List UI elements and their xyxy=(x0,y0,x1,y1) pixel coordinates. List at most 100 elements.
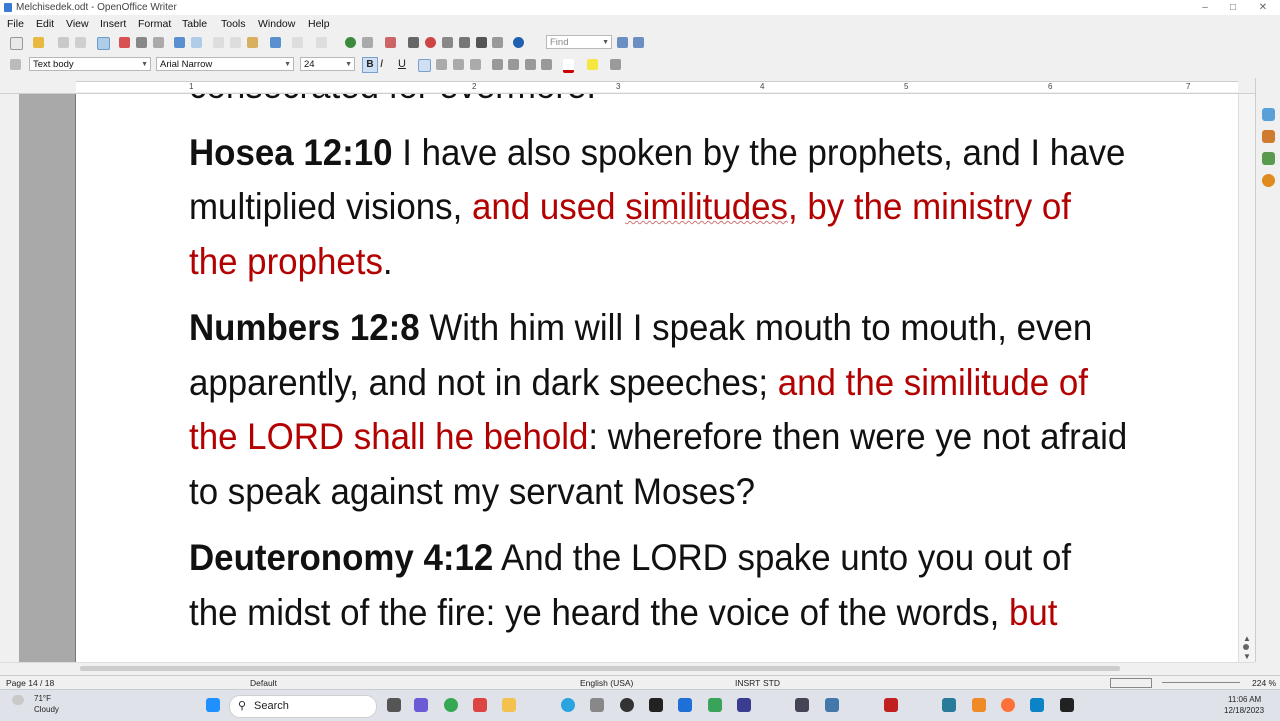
copy-icon[interactable] xyxy=(230,37,241,48)
bullets-icon[interactable] xyxy=(508,59,519,70)
styles-icon[interactable] xyxy=(1262,130,1275,143)
save-icon[interactable] xyxy=(58,37,69,48)
paragraph-style-select[interactable]: Text body ▼ xyxy=(29,57,151,71)
bible-app-icon[interactable] xyxy=(1060,698,1074,712)
horizontal-scrollbar[interactable] xyxy=(0,662,1255,675)
taskbar-search[interactable]: ⚲ Search xyxy=(229,695,377,718)
file-explorer-icon[interactable] xyxy=(502,698,516,712)
highlighting-icon[interactable] xyxy=(587,59,598,70)
menu-format[interactable]: Format xyxy=(138,18,171,30)
new-document-icon[interactable] xyxy=(10,37,23,50)
menu-window[interactable]: Window xyxy=(258,18,295,30)
email-icon[interactable] xyxy=(75,37,86,48)
terminal-icon[interactable] xyxy=(649,698,663,712)
clock-date[interactable]: 12/18/2023 xyxy=(1224,706,1264,715)
scroll-thumb[interactable] xyxy=(80,666,1120,671)
settings-icon[interactable] xyxy=(795,698,809,712)
find-input[interactable]: Find ▼ xyxy=(546,35,612,49)
view-layout-icons[interactable] xyxy=(1110,678,1152,688)
vertical-scrollbar[interactable]: ▲ ▼ xyxy=(1238,94,1256,662)
menu-tools[interactable]: Tools xyxy=(221,18,246,30)
menu-edit[interactable]: Edit xyxy=(36,18,54,30)
firefox-icon[interactable] xyxy=(1001,698,1015,712)
find-next-icon[interactable] xyxy=(617,37,628,48)
undo-icon[interactable] xyxy=(292,37,303,48)
calculator-icon[interactable] xyxy=(590,698,604,712)
print-preview-icon[interactable] xyxy=(153,37,164,48)
menu-view[interactable]: View xyxy=(66,18,89,30)
language[interactable]: English (USA) xyxy=(580,678,633,688)
edge-icon[interactable] xyxy=(1030,698,1044,712)
menu-help[interactable]: Help xyxy=(308,18,330,30)
zoom-level[interactable]: 224 % xyxy=(1252,678,1276,688)
print-icon[interactable] xyxy=(136,37,147,48)
selection-mode[interactable]: STD xyxy=(763,678,780,688)
next-page-icon[interactable]: ▼ xyxy=(1243,652,1251,661)
gallery-sidebar-icon[interactable] xyxy=(1262,152,1275,165)
data-sources-icon[interactable] xyxy=(459,37,470,48)
justify-icon[interactable] xyxy=(470,59,481,70)
navigator-icon[interactable] xyxy=(425,37,436,48)
network-icon[interactable] xyxy=(825,698,839,712)
menu-table[interactable]: Table xyxy=(182,18,207,30)
remote-icon[interactable] xyxy=(942,698,956,712)
align-right-icon[interactable] xyxy=(453,59,464,70)
previous-page-icon[interactable]: ▲ xyxy=(1243,634,1251,643)
task-view-icon[interactable] xyxy=(387,698,401,712)
paste-icon[interactable] xyxy=(247,37,258,48)
page-count[interactable]: Page 14 / 18 xyxy=(6,678,54,688)
vscode-icon[interactable] xyxy=(678,698,692,712)
styles-formatting-icon[interactable] xyxy=(10,59,21,70)
insert-mode[interactable]: INSRT xyxy=(735,678,760,688)
clock-time[interactable]: 11:06 AM xyxy=(1228,695,1261,704)
find-replace-icon[interactable] xyxy=(408,37,419,48)
numbering-icon[interactable] xyxy=(492,59,503,70)
navigator-sidebar-icon[interactable] xyxy=(1262,174,1275,187)
android-icon[interactable] xyxy=(708,698,722,712)
windows-start-icon[interactable] xyxy=(206,698,220,712)
minimize-button[interactable]: – xyxy=(1190,0,1220,15)
app-icon[interactable] xyxy=(620,698,634,712)
navigation-icon[interactable] xyxy=(1243,644,1249,650)
menu-file[interactable]: File xyxy=(7,18,24,30)
autospellcheck-icon[interactable] xyxy=(191,37,202,48)
export-pdf-icon[interactable] xyxy=(119,37,130,48)
document-page[interactable]: consecrated for evermore. Hosea 12:10 I … xyxy=(76,94,1238,662)
vlc-icon[interactable] xyxy=(972,698,986,712)
properties-icon[interactable] xyxy=(1262,108,1275,121)
redo-icon[interactable] xyxy=(316,37,327,48)
background-color-icon[interactable] xyxy=(610,59,621,70)
spellcheck-icon[interactable] xyxy=(174,37,185,48)
increase-indent-icon[interactable] xyxy=(541,59,552,70)
italic-button[interactable]: I xyxy=(380,58,383,70)
clone-formatting-icon[interactable] xyxy=(270,37,281,48)
align-center-icon[interactable] xyxy=(436,59,447,70)
align-left-icon[interactable] xyxy=(418,59,431,72)
formatting-marks-icon[interactable] xyxy=(476,37,487,48)
gallery-icon[interactable] xyxy=(442,37,453,48)
weather-icon[interactable] xyxy=(12,695,24,705)
help-icon[interactable] xyxy=(513,37,524,48)
table-icon[interactable] xyxy=(362,37,373,48)
bold-button[interactable]: B xyxy=(362,57,378,73)
hyperlink-icon[interactable] xyxy=(345,37,356,48)
open-folder-icon[interactable] xyxy=(33,37,44,48)
menu-insert[interactable]: Insert xyxy=(100,18,126,30)
telegram-icon[interactable] xyxy=(561,698,575,712)
decrease-indent-icon[interactable] xyxy=(525,59,536,70)
font-size-select[interactable]: 24 ▼ xyxy=(300,57,355,71)
app-ru-icon[interactable] xyxy=(737,698,751,712)
font-color-icon[interactable] xyxy=(563,59,574,73)
chrome-icon[interactable] xyxy=(444,698,458,712)
flash-icon[interactable] xyxy=(884,698,898,712)
draw-functions-icon[interactable] xyxy=(385,37,396,48)
gmail-icon[interactable] xyxy=(473,698,487,712)
font-name-select[interactable]: Arial Narrow ▼ xyxy=(156,57,294,71)
find-previous-icon[interactable] xyxy=(633,37,644,48)
close-button[interactable]: ✕ xyxy=(1248,0,1278,15)
underline-button[interactable]: U xyxy=(398,58,406,70)
teams-icon[interactable] xyxy=(414,698,428,712)
zoom-slider[interactable] xyxy=(1162,682,1240,683)
zoom-icon[interactable] xyxy=(492,37,503,48)
document-text[interactable]: consecrated for evermore. Hosea 12:10 I … xyxy=(189,94,1128,651)
